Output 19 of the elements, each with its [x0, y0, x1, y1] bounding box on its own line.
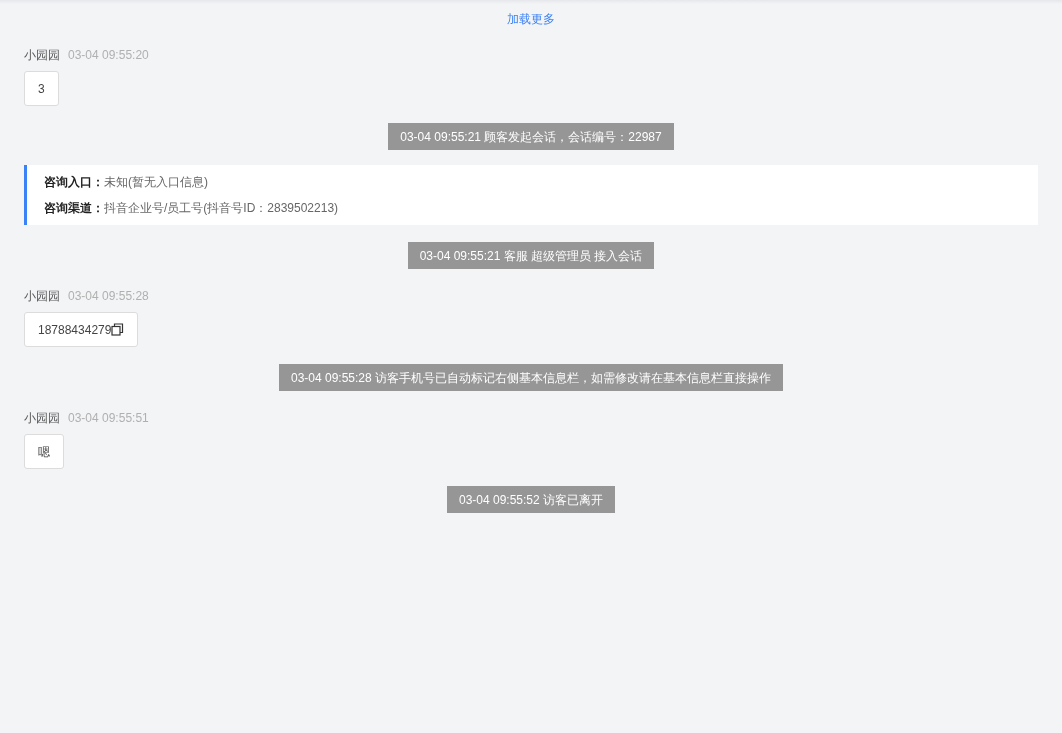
system-notice: 03-04 09:55:52 访客已离开	[446, 486, 616, 513]
field-value: 抖音企业号/员工号(抖音号ID：2839502213)	[104, 200, 339, 217]
sender-name: 小园园	[24, 410, 60, 427]
sender-name: 小园园	[24, 47, 60, 64]
sender-name: 小园园	[24, 288, 60, 305]
message-bubble: 3	[24, 71, 59, 106]
system-notice: 03-04 09:55:28 访客手机号已自动标记右侧基本信息栏，如需修改请在基本信息栏直接操作	[278, 364, 784, 391]
message-time: 03-04 09:55:28	[68, 288, 149, 305]
load-more-link[interactable]: 加载更多	[507, 10, 555, 28]
field-label: 咨询入口：	[44, 174, 104, 191]
message-bubble: 18788434279	[24, 312, 139, 347]
field-label: 咨询渠道：	[44, 200, 104, 217]
message-time: 03-04 09:55:51	[68, 410, 149, 427]
message-bubble: 嗯	[24, 434, 64, 469]
system-notice: 03-04 09:55:21 客服 超级管理员 接入会话	[407, 242, 655, 269]
system-notice: 03-04 09:55:21 顾客发起会话，会话编号：22987	[388, 123, 674, 150]
field-value: 未知(暂无入口信息)	[104, 174, 208, 191]
message-time: 03-04 09:55:20	[68, 47, 149, 64]
copy-icon[interactable]	[111, 323, 125, 336]
